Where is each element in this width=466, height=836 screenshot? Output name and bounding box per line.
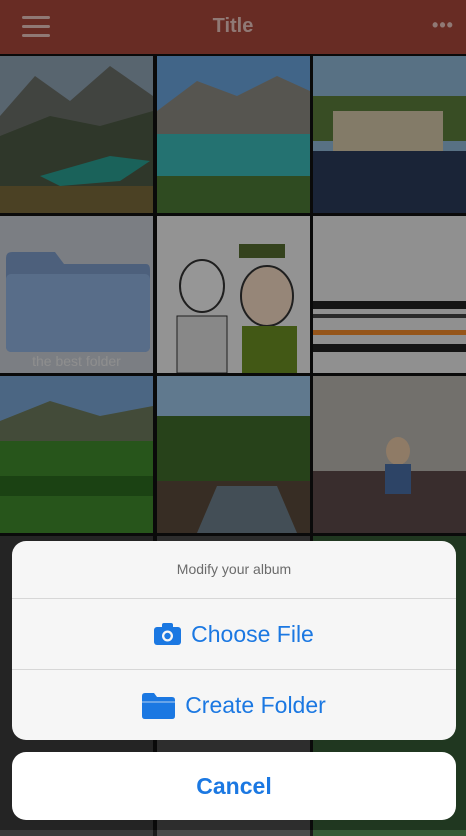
choose-file-button[interactable]: Choose File bbox=[12, 599, 456, 669]
choose-file-label: Choose File bbox=[191, 620, 314, 647]
cancel-button[interactable]: Cancel bbox=[12, 752, 456, 820]
folder-icon bbox=[142, 692, 176, 719]
action-sheet: Modify your album Choose File Create Fol… bbox=[12, 541, 456, 740]
action-sheet-title: Modify your album bbox=[176, 561, 292, 577]
create-folder-label: Create Folder bbox=[185, 691, 326, 718]
create-folder-button[interactable]: Create Folder bbox=[12, 670, 456, 740]
camera-icon bbox=[154, 623, 182, 645]
